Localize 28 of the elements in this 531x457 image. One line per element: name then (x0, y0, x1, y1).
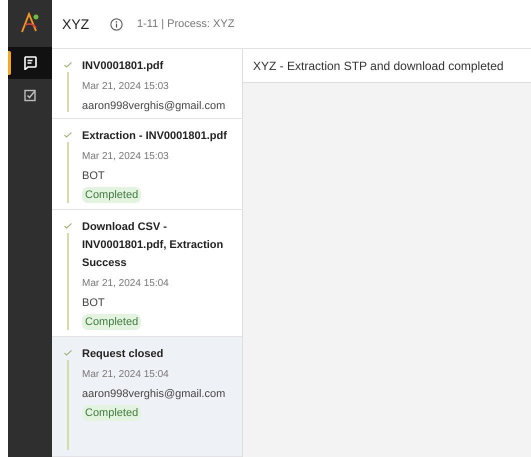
event-title: INV0001801.pdf (82, 59, 164, 74)
event-title: Extraction - INV0001801.pdf (82, 129, 227, 144)
checkbox-icon (24, 88, 36, 102)
event-actor: BOT (82, 297, 106, 309)
status-label: Completed (82, 405, 142, 421)
check-icon (64, 223, 72, 229)
info-icon[interactable] (110, 18, 123, 30)
status-label: Completed (82, 187, 142, 203)
timeline-item[interactable]: Request closed Mar 21, 2024 15:04 aaron998verghis@gmail.com Completed (52, 337, 242, 457)
event-time: Mar 21, 2024 15:04 (82, 278, 170, 289)
process-label: 1-11 | Process: XYZ (137, 18, 234, 30)
check-icon (64, 132, 72, 138)
detail-title: XYZ - Extraction STP and download completed (253, 58, 504, 72)
event-actor: aaron998verghis@gmail.com (82, 100, 226, 112)
logo-icon (19, 12, 41, 34)
check-icon (64, 62, 72, 68)
check-icon (64, 350, 72, 356)
event-title: Download CSV - INV0001801.pdf, Extraction Success (82, 220, 224, 271)
event-time: Mar 21, 2024 15:03 (82, 151, 170, 162)
event-time: Mar 21, 2024 15:04 (82, 369, 170, 380)
event-actor: aaron998verghis@gmail.com (82, 388, 226, 400)
event-actor: BOT (82, 170, 106, 182)
event-title: Request closed (82, 347, 164, 362)
event-time: Mar 21, 2024 15:03 (82, 81, 170, 92)
nav-button[interactable] (8, 47, 52, 79)
status-label: Completed (82, 314, 142, 330)
page-title: XYZ (62, 16, 90, 32)
message-icon (23, 56, 37, 70)
